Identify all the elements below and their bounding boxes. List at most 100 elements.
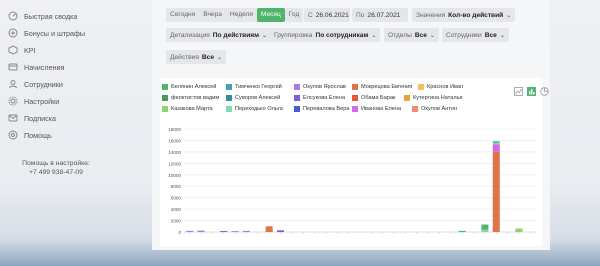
group-select[interactable]: Группировка По сотрудникам ⌄: [270, 28, 381, 42]
legend-item[interactable]: Окулов Ярослав: [294, 83, 346, 91]
help-phone[interactable]: +7 499 938-47-09: [0, 169, 112, 176]
legend-swatch: [418, 84, 424, 90]
chevron-down-icon: ⌄: [506, 12, 512, 19]
kpi-icon: [8, 45, 18, 55]
legend-item[interactable]: Белянин Алексей: [162, 83, 216, 91]
bar-segment: [231, 231, 239, 232]
sidebar-item-label: Быстрая сводка: [24, 11, 78, 21]
actions-label: Действия: [170, 53, 199, 61]
line-chart-icon[interactable]: [514, 83, 523, 96]
period-year[interactable]: Год: [285, 8, 304, 22]
legend-item[interactable]: Тимченко Георгий: [226, 83, 282, 91]
sidebar: Быстрая сводка Бонусы и штрафы KPI Начис…: [0, 0, 112, 266]
bonus-icon: [8, 28, 18, 38]
legend-item[interactable]: Кутергина Наталья: [404, 94, 463, 102]
legend-item[interactable]: Мокрецова Евгения: [352, 83, 412, 91]
legend-swatch: [162, 95, 168, 101]
staff-label: Сотрудники: [446, 31, 482, 39]
legend-item[interactable]: Суворов Алексей: [226, 94, 280, 102]
bar-segment: [265, 226, 273, 232]
bar-segment: [492, 151, 500, 232]
y-tick-label: 0: [178, 230, 181, 235]
sidebar-item-bonuses[interactable]: Бонусы и штрафы: [8, 27, 85, 39]
sidebar-item-quick-summary[interactable]: Быстрая сводка: [8, 10, 77, 22]
legend-swatch: [226, 95, 232, 101]
sidebar-item-label: Подписка: [24, 113, 56, 123]
employees-icon: [8, 79, 18, 89]
chevron-down-icon: ⌄: [371, 32, 377, 39]
sidebar-item-employees[interactable]: Сотрудники: [8, 78, 63, 90]
detail-value: По действиям: [212, 31, 260, 39]
y-tick-label: 8000: [171, 184, 182, 189]
date-from-label: С: [308, 11, 313, 19]
detail-label: Детализация: [170, 31, 210, 39]
legend-swatch: [352, 95, 358, 101]
legend-swatch: [226, 84, 232, 90]
dept-select[interactable]: Отделы Все ⌄: [384, 28, 439, 42]
bar-segment: [492, 141, 500, 143]
legend-swatch: [294, 95, 300, 101]
bar-segment: [186, 230, 194, 232]
bar-chart-icon[interactable]: [527, 83, 536, 96]
legend-item[interactable]: Елсукова Елена: [294, 94, 345, 102]
y-tick-label: 12000: [168, 161, 181, 166]
bar-segment: [197, 230, 205, 232]
y-tick-label: 14000: [168, 150, 181, 155]
bar-segment: [220, 231, 228, 232]
bar-segment: [481, 229, 489, 232]
chevron-down-icon: ⌄: [262, 32, 268, 39]
legend-swatch: [294, 84, 300, 90]
y-tick-label: 6000: [171, 196, 182, 201]
y-tick-label: 10000: [168, 173, 181, 178]
stacked-bar-chart: 0 2000 4000 6000 8000 10000 12000 14000 16000 180…: [168, 127, 536, 235]
group-label: Группировка: [274, 31, 313, 39]
main-panel: Сегодня Вчера Неделя Месяц Год С 26.06.2…: [152, 0, 550, 250]
sidebar-item-kpi[interactable]: KPI: [8, 44, 36, 56]
bar-segment: [458, 230, 466, 232]
y-tick-label: 18000: [168, 127, 181, 132]
dashboard-icon: [8, 11, 18, 21]
period-today[interactable]: Сегодня: [166, 8, 199, 22]
date-to-label: По: [356, 11, 365, 19]
legend-swatch: [352, 84, 358, 90]
sidebar-item-subscription[interactable]: Подписка: [8, 112, 56, 124]
y-tick-label: 2000: [171, 219, 182, 224]
dept-label: Отделы: [388, 31, 412, 39]
legend-swatch: [404, 95, 410, 101]
sidebar-item-accruals[interactable]: Начисления: [8, 61, 64, 73]
accruals-icon: [8, 62, 18, 72]
sidebar-item-label: KPI: [24, 45, 36, 55]
legend-item[interactable]: Краснов Иван: [418, 83, 463, 91]
period-month[interactable]: Месяц: [256, 8, 285, 22]
actions-value: Все: [201, 53, 214, 61]
group-value: По сотрудникам: [315, 31, 369, 39]
bar-segment: [492, 144, 500, 152]
staff-select[interactable]: Сотрудники Все ⌄: [442, 28, 509, 42]
date-from-field[interactable]: С 26.06.2021: [304, 8, 350, 22]
bar-segment: [481, 224, 489, 230]
values-value: Кол-во действий: [448, 11, 504, 19]
date-from-value: 26.06.2021: [315, 11, 349, 19]
sidebar-item-label: Сотрудники: [24, 79, 63, 89]
period-week[interactable]: Неделя: [226, 8, 257, 22]
values-select[interactable]: Значения Кол-во действий ⌄: [412, 8, 516, 22]
y-tick-label: 16000: [168, 138, 181, 143]
period-yesterday[interactable]: Вчера: [199, 8, 226, 22]
values-label: Значения: [416, 11, 446, 19]
sidebar-item-label: Настройки: [24, 96, 60, 106]
chevron-down-icon: ⌄: [499, 32, 505, 39]
legend-item[interactable]: Обама Барак: [352, 94, 396, 102]
chevron-down-icon: ⌄: [429, 32, 435, 39]
date-to-value: 26.07.2021: [367, 11, 401, 19]
bar-segment: [492, 142, 500, 145]
pie-chart-icon[interactable]: [540, 83, 549, 96]
date-to-field[interactable]: По 26.07.2021: [352, 8, 408, 22]
actions-select[interactable]: Действия Все ⌄: [166, 50, 227, 64]
detail-select[interactable]: Детализация По действиям ⌄: [166, 28, 272, 42]
legend-item[interactable]: феоктистов вадим: [162, 94, 219, 102]
chevron-down-icon: ⌄: [217, 54, 223, 61]
bar-segment: [276, 230, 285, 232]
sidebar-item-settings[interactable]: Настройки: [8, 95, 59, 107]
bar-segment: [515, 228, 523, 232]
sidebar-item-help[interactable]: Помощь: [8, 129, 52, 141]
